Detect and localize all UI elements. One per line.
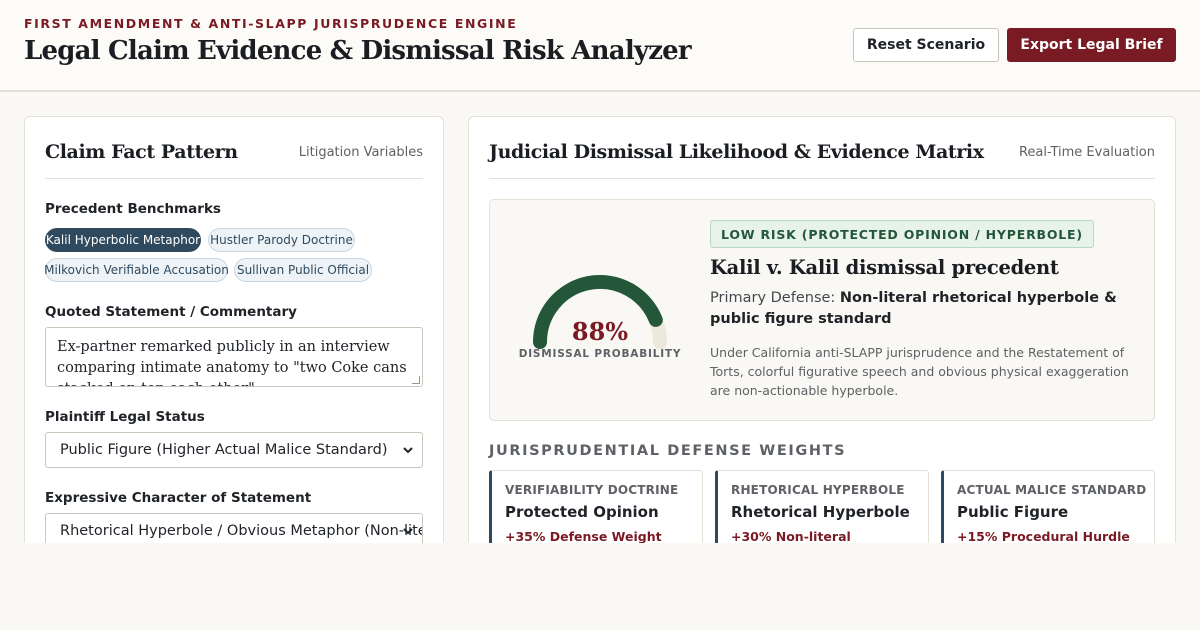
explanation-text: Under California anti-SLAPP jurisprudenc… [710,345,1129,398]
resize-handle[interactable] [412,376,420,384]
export-legal-brief-button[interactable]: Export Legal Brief [1007,28,1176,62]
top-bar: FIRST AMENDMENT & ANTI-SLAPP JURISPRUDEN… [0,0,1200,92]
expressive-character-value: Rhetorical Hyperbole / Obvious Metaphor … [60,523,423,539]
dismissal-probability-caption: DISMISSAL PROBABILITY [518,348,682,360]
weight-kicker: ACTUAL MALICE STANDARD [957,483,1147,497]
panel-divider [45,178,423,179]
weight-kicker: RHETORICAL HYPERBOLE [731,483,905,497]
chevron-down-icon [403,528,413,535]
plaintiff-status-label: Plaintiff Legal Status [45,409,205,425]
weight-delta: +35% Defense Weight [505,529,662,544]
evaluation-summary: 88% DISMISSAL PROBABILITY LOW RISK (PROT… [489,199,1155,421]
panel-title: Judicial Dismissal Likelihood & Evidence… [489,141,984,163]
verdict-heading: Kalil v. Kalil dismissal precedent [710,256,1059,279]
weight-delta: +15% Procedural Hurdle [957,529,1130,544]
dismissal-matrix-panel: Judicial Dismissal Likelihood & Evidence… [468,116,1176,586]
page-background [0,543,1200,630]
risk-badge: LOW RISK (PROTECTED OPINION / HYPERBOLE) [710,220,1094,248]
panel-divider [489,178,1155,179]
statement-text: Ex-partner remarked publicly in an inter… [57,339,407,386]
chevron-down-icon [403,447,413,454]
defense-weights-heading: JURISPRUDENTIAL DEFENSE WEIGHTS [489,443,847,459]
expressive-character-label: Expressive Character of Statement [45,490,312,506]
precedent-chip-sullivan[interactable]: Sullivan Public Official [234,258,372,282]
weight-name: Rhetorical Hyperbole [731,503,910,521]
weight-kicker: VERIFIABILITY DOCTRINE [505,483,679,497]
primary-defense-label: Primary Defense: [710,290,840,306]
page-title: Legal Claim Evidence & Dismissal Risk An… [24,36,692,66]
claim-fact-pattern-panel: Claim Fact Pattern Litigation Variables … [24,116,444,586]
statement-textarea[interactable]: Ex-partner remarked publicly in an inter… [45,327,423,387]
statement-label: Quoted Statement / Commentary [45,304,297,320]
panel-title: Claim Fact Pattern [45,141,238,163]
precedent-chip-kalil[interactable]: Kalil Hyperbolic Metaphor [45,228,201,252]
precedent-chip-milkovich[interactable]: Milkovich Verifiable Accusation [44,258,229,282]
panel-subtitle: Litigation Variables [298,145,423,160]
dismissal-probability-value: 88% [571,317,629,346]
weight-name: Protected Opinion [505,503,659,521]
plaintiff-status-value: Public Figure (Higher Actual Malice Stan… [60,442,388,458]
weight-delta: +30% Non-literal [731,529,851,544]
precedent-chip-hustler[interactable]: Hustler Parody Doctrine [208,228,355,252]
weight-name: Public Figure [957,503,1069,521]
reset-scenario-button[interactable]: Reset Scenario [853,28,999,62]
primary-defense: Primary Defense: Non-literal rhetorical … [710,288,1130,330]
precedent-benchmarks-label: Precedent Benchmarks [45,201,221,217]
panel-subtitle: Real-Time Evaluation [1018,145,1155,160]
plaintiff-status-select[interactable]: Public Figure (Higher Actual Malice Stan… [45,432,423,468]
app-eyebrow: FIRST AMENDMENT & ANTI-SLAPP JURISPRUDEN… [24,16,518,31]
